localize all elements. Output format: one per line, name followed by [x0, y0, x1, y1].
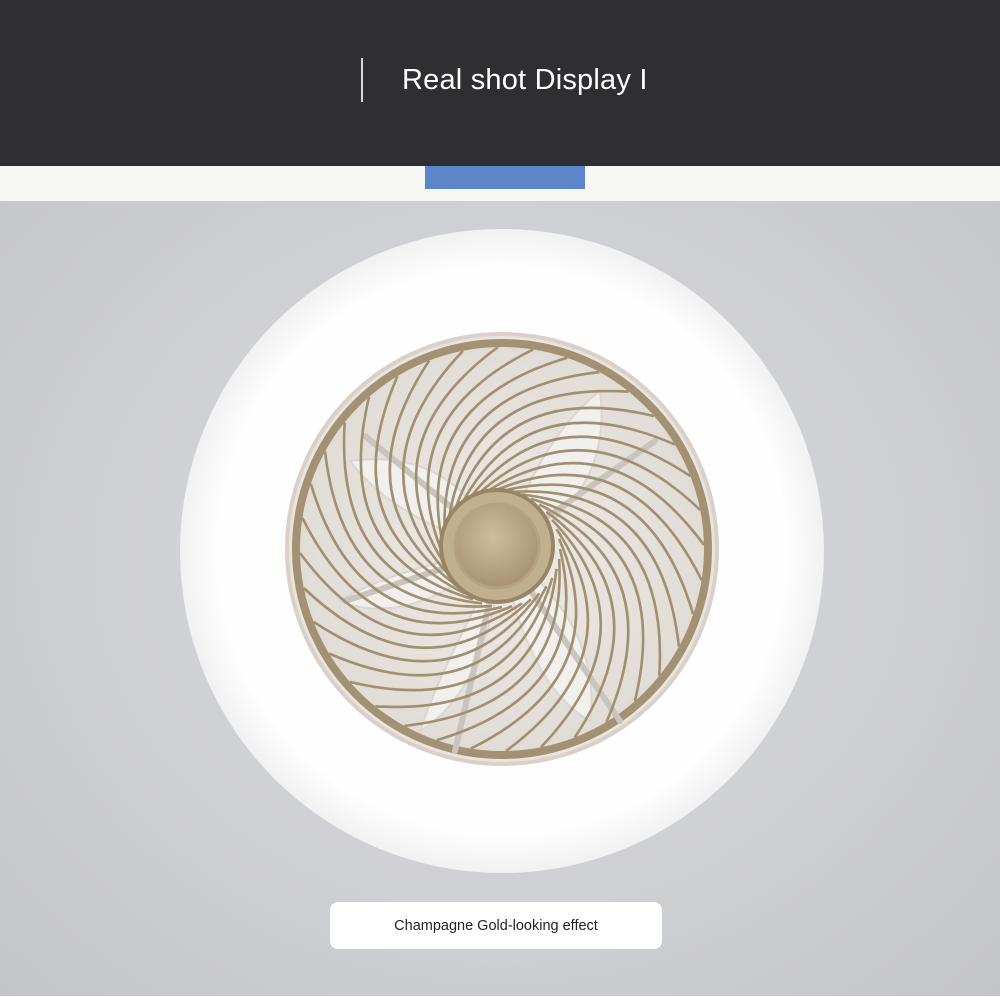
- page-title: Real shot Display I: [402, 64, 648, 96]
- caption-text: Champagne Gold-looking effect: [394, 917, 598, 934]
- caption-box: Champagne Gold-looking effect: [330, 902, 662, 949]
- accent-bar: [425, 166, 585, 189]
- header-banner: Real shot Display I: [0, 0, 1000, 166]
- header-divider: [361, 58, 363, 102]
- product-photo: [0, 201, 1000, 996]
- ceiling-fan-light-icon: [180, 229, 824, 873]
